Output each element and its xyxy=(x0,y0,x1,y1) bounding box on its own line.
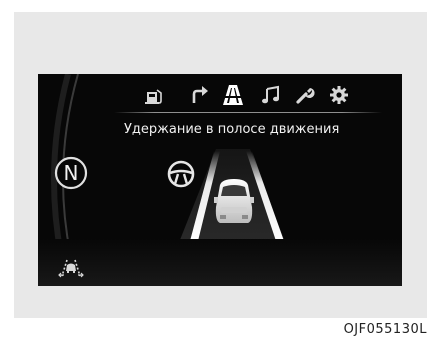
car-icon xyxy=(214,179,254,223)
lane-departure-icon xyxy=(58,259,84,278)
figure-code: OJF055130L xyxy=(343,322,427,337)
settings-gear-icon[interactable] xyxy=(328,84,350,106)
screen-title: Удержание в полосе движения xyxy=(124,122,340,137)
driving-assist-icon[interactable] xyxy=(220,82,246,108)
menu-divider xyxy=(114,112,382,113)
maintenance-wrench-icon[interactable] xyxy=(294,84,316,106)
gear-indicator: N xyxy=(54,156,88,190)
lane-assist-car-icon xyxy=(178,149,286,245)
audio-music-icon[interactable] xyxy=(260,84,282,106)
cluster-display: Удержание в полосе движения N xyxy=(38,74,402,286)
gear-letter: N xyxy=(64,161,79,185)
navigation-turn-icon[interactable] xyxy=(188,84,210,106)
trip-computer-icon[interactable] xyxy=(144,84,166,106)
bottom-status-bar xyxy=(38,239,402,286)
